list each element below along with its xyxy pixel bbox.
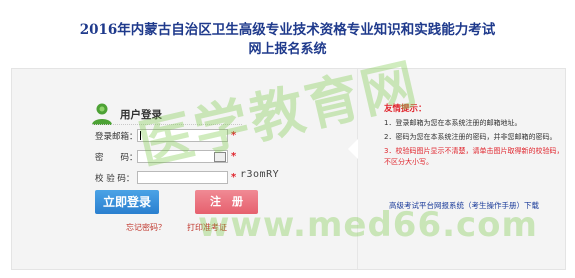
login-title: 用户登录 xyxy=(120,109,162,121)
tips-pointer xyxy=(348,139,358,159)
email-required-mark: * xyxy=(231,130,237,141)
manual-download-link[interactable]: 高级考试平台网报系统（考生操作手册）下载 xyxy=(389,200,539,211)
user-icon xyxy=(92,103,112,125)
text-caret xyxy=(140,131,141,140)
tip-item: 2．密码为您在本系统注册的密码，并非您邮箱的密码。 xyxy=(384,133,557,141)
forgot-password-link[interactable]: 忘记密码？ xyxy=(126,222,166,233)
password-label: 密 码： xyxy=(95,153,138,163)
register-button[interactable]: 注 册 xyxy=(195,190,258,214)
page-subtitle: 网上报名系统 xyxy=(248,42,327,57)
page-title: 2016年内蒙古自治区卫生高级专业技术资格专业知识和实践能力考试 xyxy=(79,22,496,38)
keyboard-icon[interactable] xyxy=(214,152,226,162)
title-divider xyxy=(92,124,242,125)
email-input[interactable] xyxy=(137,129,228,142)
captcha-required-mark: * xyxy=(231,172,237,183)
login-panel: 用户登录 登录邮箱： * 密 码： * 校 验 码： * r3omRY 立即登录… xyxy=(11,68,566,270)
captcha-label: 校 验 码： xyxy=(95,174,135,184)
captcha-input[interactable] xyxy=(137,171,228,184)
password-required-mark: * xyxy=(231,151,237,162)
captcha-image[interactable]: r3omRY xyxy=(240,169,279,180)
login-form: 用户登录 登录邮箱： * 密 码： * 校 验 码： * r3omRY 立即登录… xyxy=(12,69,357,269)
tips-title: 友情提示： xyxy=(384,104,427,114)
email-label: 登录邮箱： xyxy=(95,132,138,142)
tip-item: 3．校验码图片显示不清楚，请单击图片取得新的校验码，不区分大小写。 xyxy=(384,147,564,166)
print-ticket-link[interactable]: 打印准考证 xyxy=(187,222,227,233)
panel-divider xyxy=(357,69,358,269)
tips-box: 友情提示： 1．登录邮箱为您在本系统注册的邮箱地址。 2．密码为您在本系统注册的… xyxy=(384,102,564,171)
tip-item: 1．登录邮箱为您在本系统注册的邮箱地址。 xyxy=(384,119,522,127)
login-button[interactable]: 立即登录 xyxy=(95,190,159,214)
